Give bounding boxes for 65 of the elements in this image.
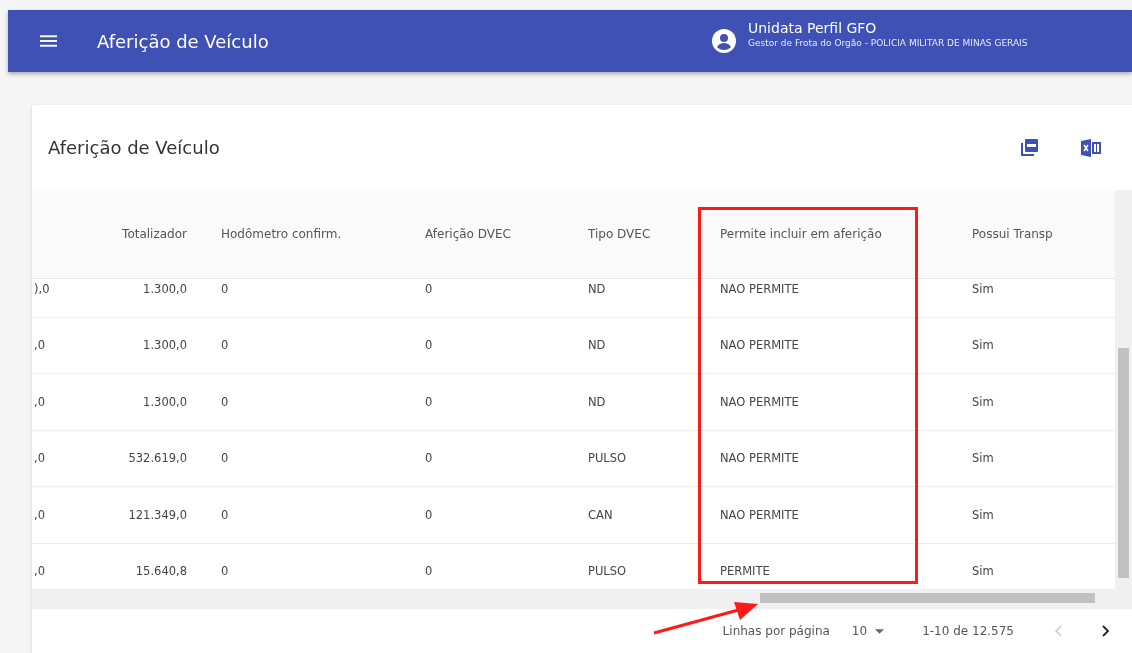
user-name: Unidata Perfil GFO xyxy=(748,20,878,36)
table-cell: 0 xyxy=(425,338,433,353)
table-cell: 0 xyxy=(221,394,229,409)
table-cell: PULSO xyxy=(588,564,627,579)
scrollbar-thumb[interactable] xyxy=(760,593,1095,603)
table-cell: Sim xyxy=(972,451,994,466)
column-header[interactable]: Aferição DVEC xyxy=(425,227,511,241)
table-cell: 1.300,0 xyxy=(143,281,187,296)
table-cell: Sim xyxy=(972,281,994,296)
user-role: Gestor de Frota do Orgão - POLICIA MILITAR DE MINAS GERAIS xyxy=(748,38,1029,48)
table-cell: ND xyxy=(588,281,606,296)
table-cell: 1.300,0 xyxy=(143,394,187,409)
table-cell: Sim xyxy=(972,564,994,579)
menu-icon[interactable] xyxy=(40,35,57,47)
table-cell: ,0 xyxy=(34,507,45,522)
card-title: Aferição de Veículo xyxy=(48,137,220,158)
horizontal-scrollbar[interactable] xyxy=(32,589,1115,609)
table-cell: Sim xyxy=(972,338,994,353)
pdf-export-icon[interactable] xyxy=(1018,137,1040,158)
app-title: Aferição de Veículo xyxy=(97,30,269,52)
table-cell: PERMITE xyxy=(720,564,770,579)
page-range: 1-10 de 12.575 xyxy=(922,624,1014,638)
table-cell: Sim xyxy=(972,507,994,522)
caret-icon xyxy=(875,628,885,634)
scrollbar-thumb[interactable] xyxy=(1118,348,1129,578)
table-cell: 0 xyxy=(425,281,433,296)
table-cell: ND xyxy=(588,394,606,409)
table-cell: 0 xyxy=(221,281,229,296)
column-header[interactable]: Hodômetro confirm. xyxy=(221,227,342,241)
rows-per-page-select[interactable]: 10 xyxy=(851,624,885,638)
table-cell: ,0 xyxy=(34,338,45,353)
table-cell: 0 xyxy=(425,564,433,579)
column-header[interactable]: Permite incluir em aferição xyxy=(720,227,882,241)
table-cell: 1.300,0 xyxy=(143,338,187,353)
table-cell: 0 xyxy=(425,507,433,522)
table-cell: NAO PERMITE xyxy=(720,507,799,522)
table-cell: 121.349,0 xyxy=(128,507,187,522)
column-header[interactable]: Totalizador xyxy=(122,227,187,241)
vertical-scrollbar[interactable] xyxy=(1115,190,1132,609)
table-cell: Sim xyxy=(972,394,994,409)
table-cell: CAN xyxy=(588,507,613,522)
table-cell: ND xyxy=(588,338,606,353)
table-cell: 532.619,0 xyxy=(128,451,187,466)
table-cell: ,0 xyxy=(34,451,45,466)
table-cell: NAO PERMITE xyxy=(720,338,799,353)
table-cell: 0 xyxy=(221,338,229,353)
table-cell: PULSO xyxy=(588,451,627,466)
column-header[interactable]: Possui Transp xyxy=(972,227,1053,241)
table-cell: ),0 xyxy=(34,281,50,296)
table-cell: 0 xyxy=(425,451,433,466)
rows-per-page-label: Linhas por página xyxy=(722,624,830,638)
table-cell: 0 xyxy=(221,507,229,522)
table-cell: 0 xyxy=(425,394,433,409)
table-cell: 15.640,8 xyxy=(135,564,187,579)
account-icon[interactable] xyxy=(712,29,736,53)
table-cell: NAO PERMITE xyxy=(720,394,799,409)
table-cell: 0 xyxy=(221,564,229,579)
table-cell: ,0 xyxy=(34,564,45,579)
table-cell: NAO PERMITE xyxy=(720,281,799,296)
next-page-icon[interactable] xyxy=(1102,625,1110,637)
excel-export-icon[interactable] xyxy=(1080,137,1102,158)
column-header[interactable]: Tipo DVEC xyxy=(588,227,651,241)
table-cell: NAO PERMITE xyxy=(720,451,799,466)
table-cell: 0 xyxy=(221,451,229,466)
table-cell: ,0 xyxy=(34,394,45,409)
